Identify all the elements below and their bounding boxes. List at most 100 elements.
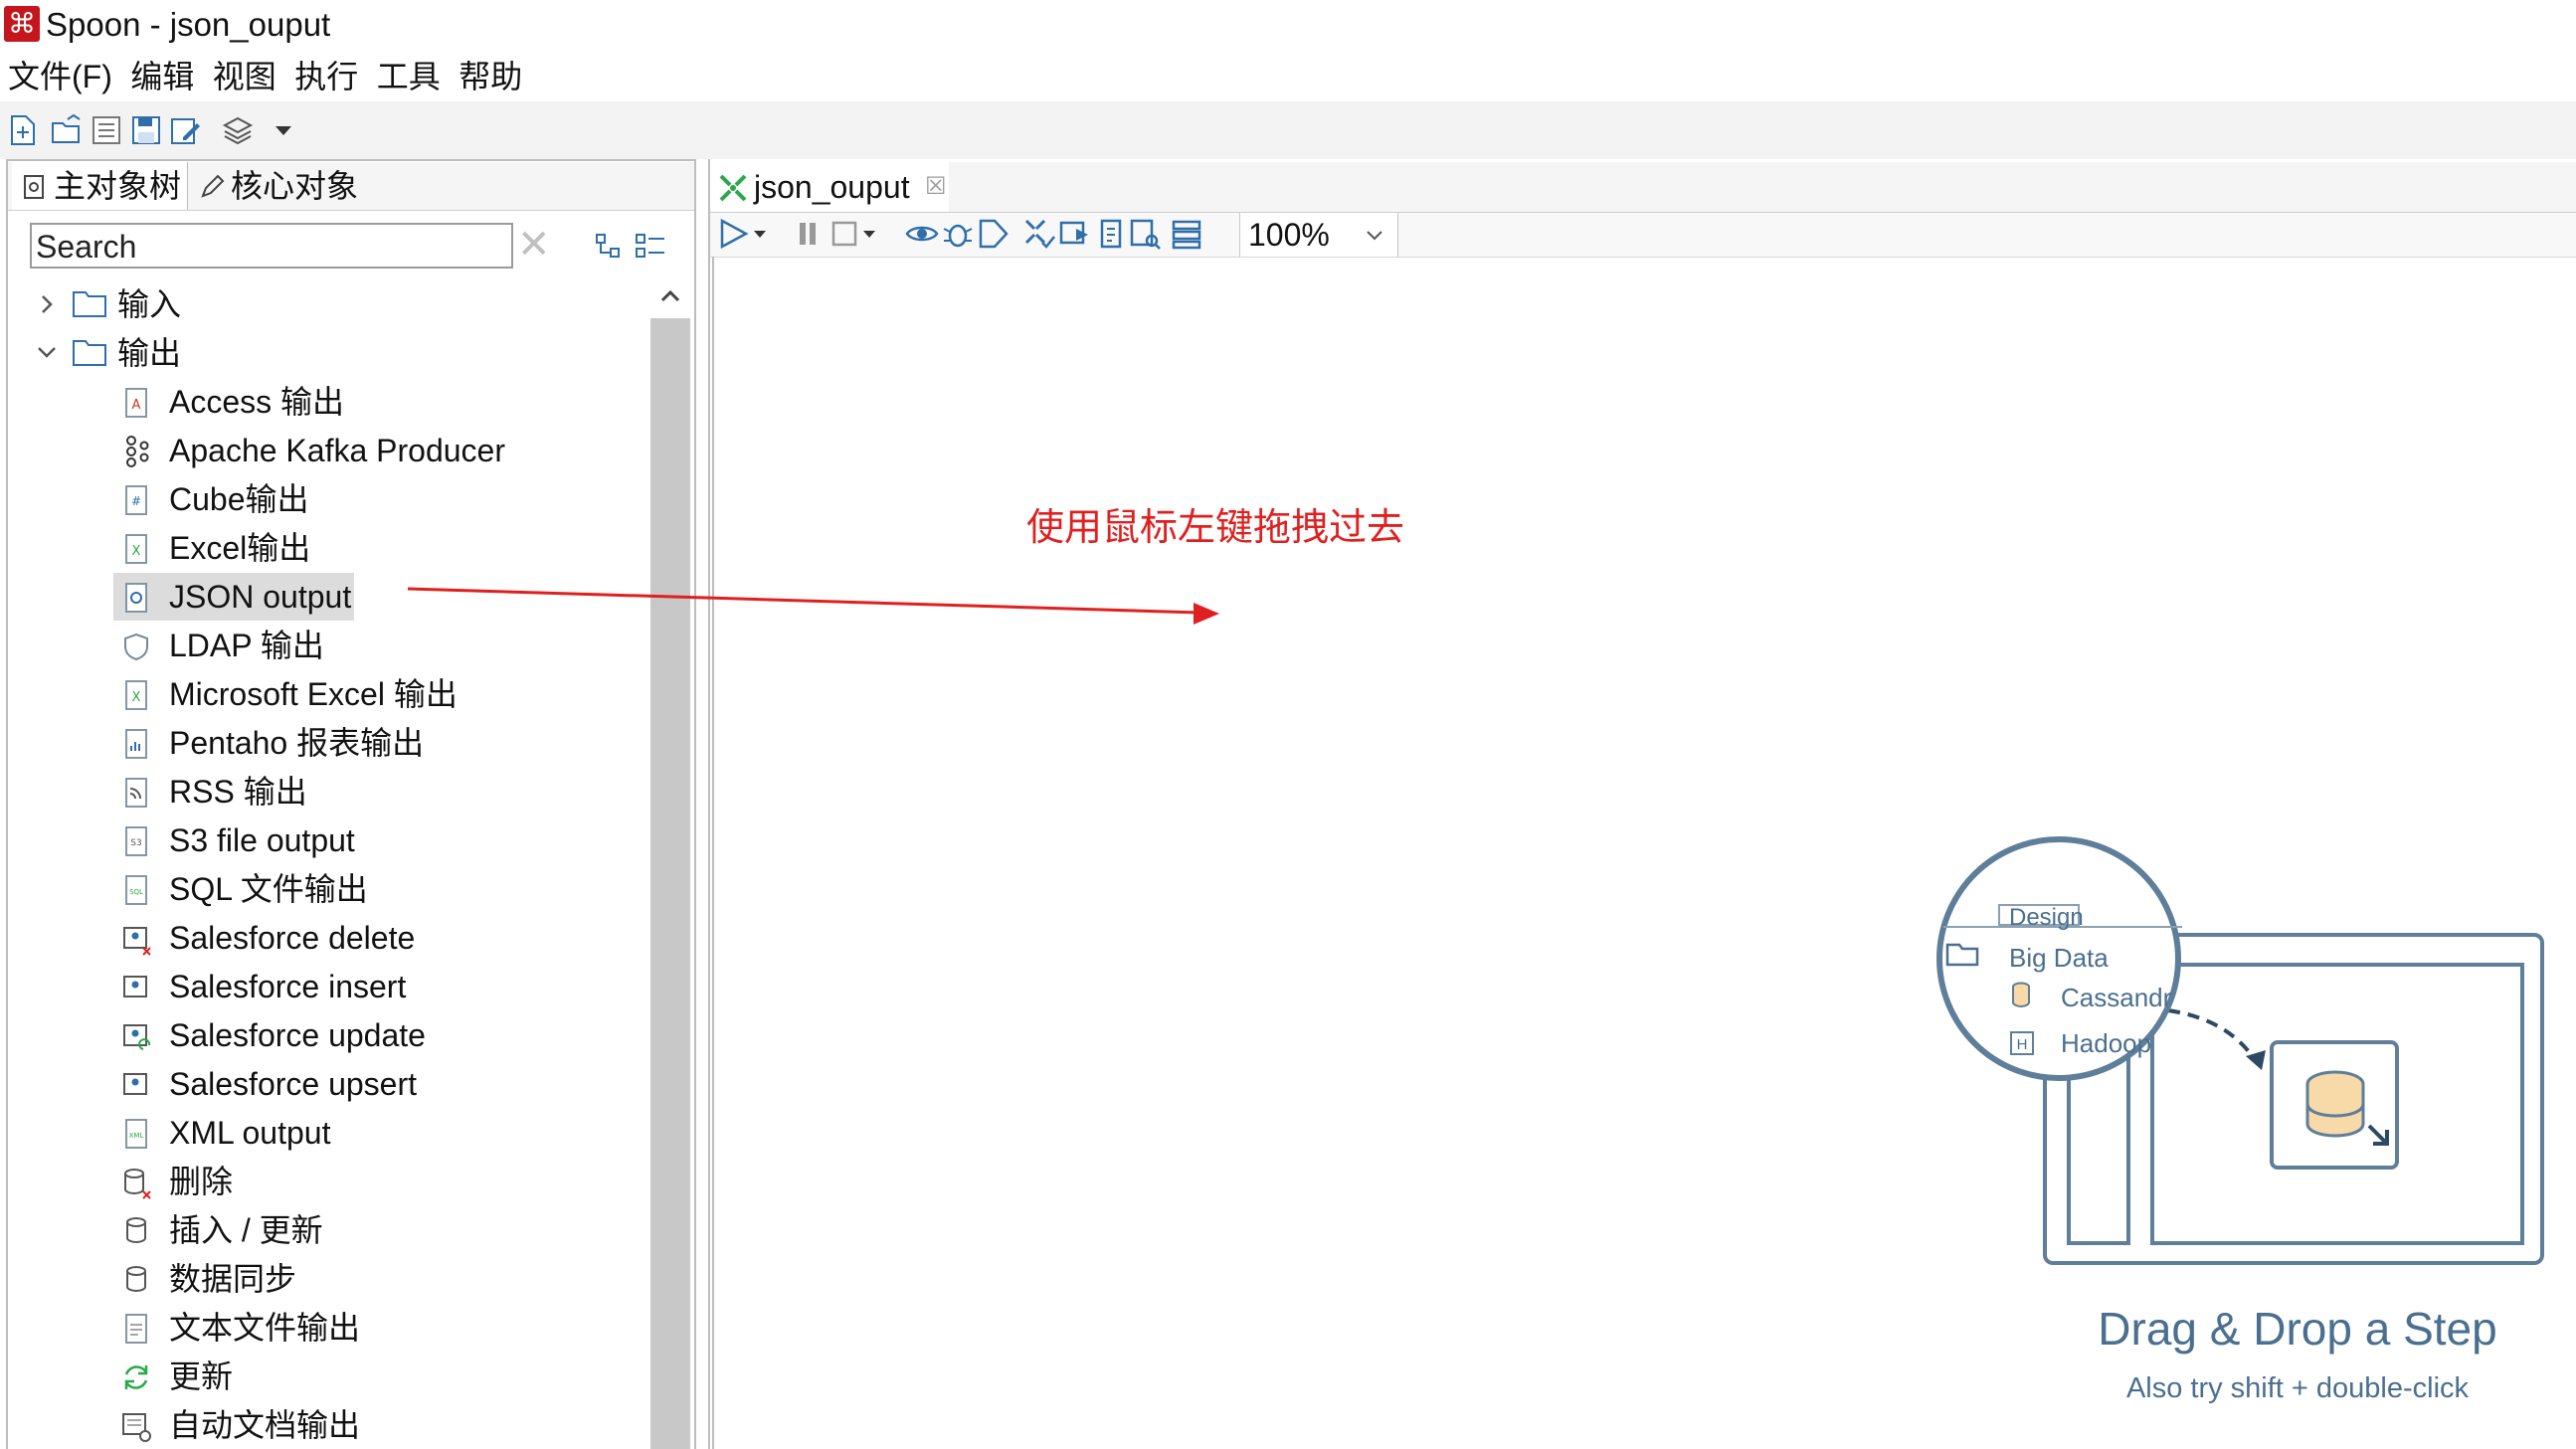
tree-item-label: 删除: [169, 1164, 234, 1199]
scroll-up-button[interactable]: [650, 274, 690, 318]
tree-item-salesforce-insert[interactable]: Salesforce insert: [0, 963, 646, 1010]
verify-icon[interactable]: [1022, 217, 1056, 251]
s3-file-output-icon: S3: [125, 826, 147, 856]
layers-icon[interactable]: [221, 113, 255, 147]
tree-scrollbar[interactable]: [650, 274, 690, 1449]
auto-doc-output-icon: [122, 1413, 151, 1442]
spoon-app-icon: ⌘: [4, 6, 40, 42]
collapse-all-icon[interactable]: [595, 231, 635, 261]
menu-file[interactable]: 文件(F): [8, 52, 112, 101]
stop-icon[interactable]: [828, 217, 861, 251]
tree-item-label: Salesforce update: [169, 1017, 426, 1053]
expand-all-icon[interactable]: [635, 231, 668, 261]
tree-item-label: 更新: [169, 1358, 234, 1394]
show-results-icon[interactable]: [1170, 217, 1203, 251]
debug-icon[interactable]: [941, 217, 975, 251]
tree-item-data-sync[interactable]: 数据同步: [0, 1255, 646, 1303]
menu-help[interactable]: 帮助: [459, 52, 522, 101]
canvas-border: [712, 257, 714, 1449]
tree-item-salesforce-upsert[interactable]: Salesforce upsert: [0, 1060, 646, 1108]
tree-item-excel-output[interactable]: X Excel输出: [0, 524, 646, 572]
tree-item-xml-output[interactable]: XML XML output: [0, 1109, 646, 1157]
tree-item-cube-output[interactable]: # Cube输出: [0, 475, 646, 523]
sql-icon[interactable]: [1094, 217, 1128, 251]
tab-main-label: 主对象树: [54, 168, 182, 204]
impact-icon[interactable]: [1058, 217, 1092, 251]
illustration-tab-design: Design: [2009, 904, 2084, 931]
open-file-icon[interactable]: [50, 113, 84, 147]
tree-item-salesforce-update[interactable]: Salesforce update: [0, 1011, 646, 1059]
window-title: Spoon - json_ouput: [46, 6, 331, 43]
chevron-down-icon[interactable]: [1365, 225, 1384, 245]
ms-excel-output-icon: X: [125, 680, 147, 710]
pencil-icon: [201, 174, 225, 198]
tree-item-pentaho-report-output[interactable]: Pentaho 报表输出: [0, 719, 646, 767]
tree-item-label: Apache Kafka Producer: [169, 433, 505, 468]
cube-output-icon: #: [125, 485, 147, 515]
tree-item-label: Salesforce upsert: [169, 1066, 418, 1102]
svg-text:X: X: [132, 544, 141, 559]
excel-output-icon: X: [125, 534, 147, 564]
close-tab-icon[interactable]: ☒: [925, 175, 949, 199]
salesforce-update-icon: [123, 1024, 151, 1050]
menu-edit[interactable]: 编辑: [130, 52, 194, 101]
tree-item-delete[interactable]: 删除: [0, 1158, 646, 1205]
chevron-right-icon[interactable]: [34, 280, 60, 328]
tree-item-rss-output[interactable]: RSS 输出: [0, 768, 646, 815]
tree-item-insert-update[interactable]: 插入 / 更新: [0, 1206, 646, 1254]
run-icon[interactable]: [716, 217, 750, 251]
salesforce-delete-icon: [123, 927, 151, 956]
run-dropdown-icon[interactable]: [750, 217, 770, 251]
svg-text:XML: XML: [129, 1132, 144, 1140]
tree-item-ms-excel-output[interactable]: X Microsoft Excel 输出: [0, 670, 646, 718]
new-file-icon[interactable]: [6, 113, 40, 147]
tree-item-label: 数据同步: [169, 1261, 297, 1297]
tree-item-kafka-producer[interactable]: Apache Kafka Producer: [0, 427, 646, 474]
data-sync-icon: [126, 1266, 146, 1293]
layers-dropdown-chevron-icon[interactable]: [267, 113, 300, 147]
tree-item-access-output[interactable]: A Access 输出: [0, 378, 646, 426]
tree-folder-output[interactable]: 输出: [8, 329, 644, 377]
tree-item-label: Pentaho 报表输出: [169, 725, 425, 761]
svg-text:X: X: [132, 690, 141, 705]
insert-update-icon: [126, 1217, 146, 1244]
tree-item-sql-file-output[interactable]: SQL SQL 文件输出: [0, 865, 646, 913]
salesforce-upsert-icon: [123, 1073, 147, 1095]
tree-item-json-output[interactable]: JSON output: [113, 573, 354, 621]
tree-item-label: LDAP 输出: [169, 628, 324, 663]
tree-item-update[interactable]: 更新: [0, 1353, 646, 1400]
tree-item-text-file-output[interactable]: 文本文件输出: [0, 1304, 646, 1352]
explore-repository-icon[interactable]: [90, 113, 123, 147]
illustration-folder-big-data: Big Data: [2009, 943, 2109, 973]
rss-output-icon: [125, 778, 147, 808]
tab-main-object-tree[interactable]: 主对象树: [12, 162, 188, 210]
tree-item-auto-doc-output[interactable]: 自动文档输出: [0, 1401, 646, 1449]
tree-item-s3-file-output[interactable]: S3 S3 file output: [0, 816, 646, 864]
folder-icon: [73, 340, 106, 366]
left-panel-tabs: 主对象树 核心对象: [8, 162, 694, 211]
menu-view[interactable]: 视图: [213, 52, 276, 101]
delete-icon: [124, 1169, 151, 1199]
editor-tab-label: json_ouput: [754, 169, 910, 205]
tree-item-ldap-output[interactable]: LDAP 输出: [0, 622, 646, 669]
clear-search-icon[interactable]: ✕: [517, 225, 553, 265]
text-file-output-icon: [125, 1314, 147, 1344]
svg-text:A: A: [132, 398, 141, 413]
tree-folder-input[interactable]: 输入: [8, 280, 644, 328]
search-input[interactable]: Search: [30, 223, 513, 269]
preview-icon[interactable]: [905, 217, 939, 251]
save-icon[interactable]: [129, 113, 163, 147]
save-as-icon[interactable]: [169, 113, 203, 147]
chevron-down-icon[interactable]: [34, 329, 60, 377]
menu-tools[interactable]: 工具: [377, 52, 441, 101]
stop-dropdown-icon[interactable]: [859, 217, 879, 251]
pause-icon[interactable]: [792, 217, 826, 251]
tab-json-ouput[interactable]: json_ouput: [710, 162, 949, 212]
ldap-output-icon: [124, 633, 148, 661]
menu-run[interactable]: 执行: [294, 52, 358, 101]
tab-core-objects[interactable]: 核心对象: [189, 162, 388, 210]
tree-item-label: 插入 / 更新: [169, 1212, 323, 1248]
explore-db-icon[interactable]: [1128, 217, 1162, 251]
tree-item-salesforce-delete[interactable]: Salesforce delete: [0, 914, 646, 962]
replay-icon[interactable]: [977, 217, 1011, 251]
